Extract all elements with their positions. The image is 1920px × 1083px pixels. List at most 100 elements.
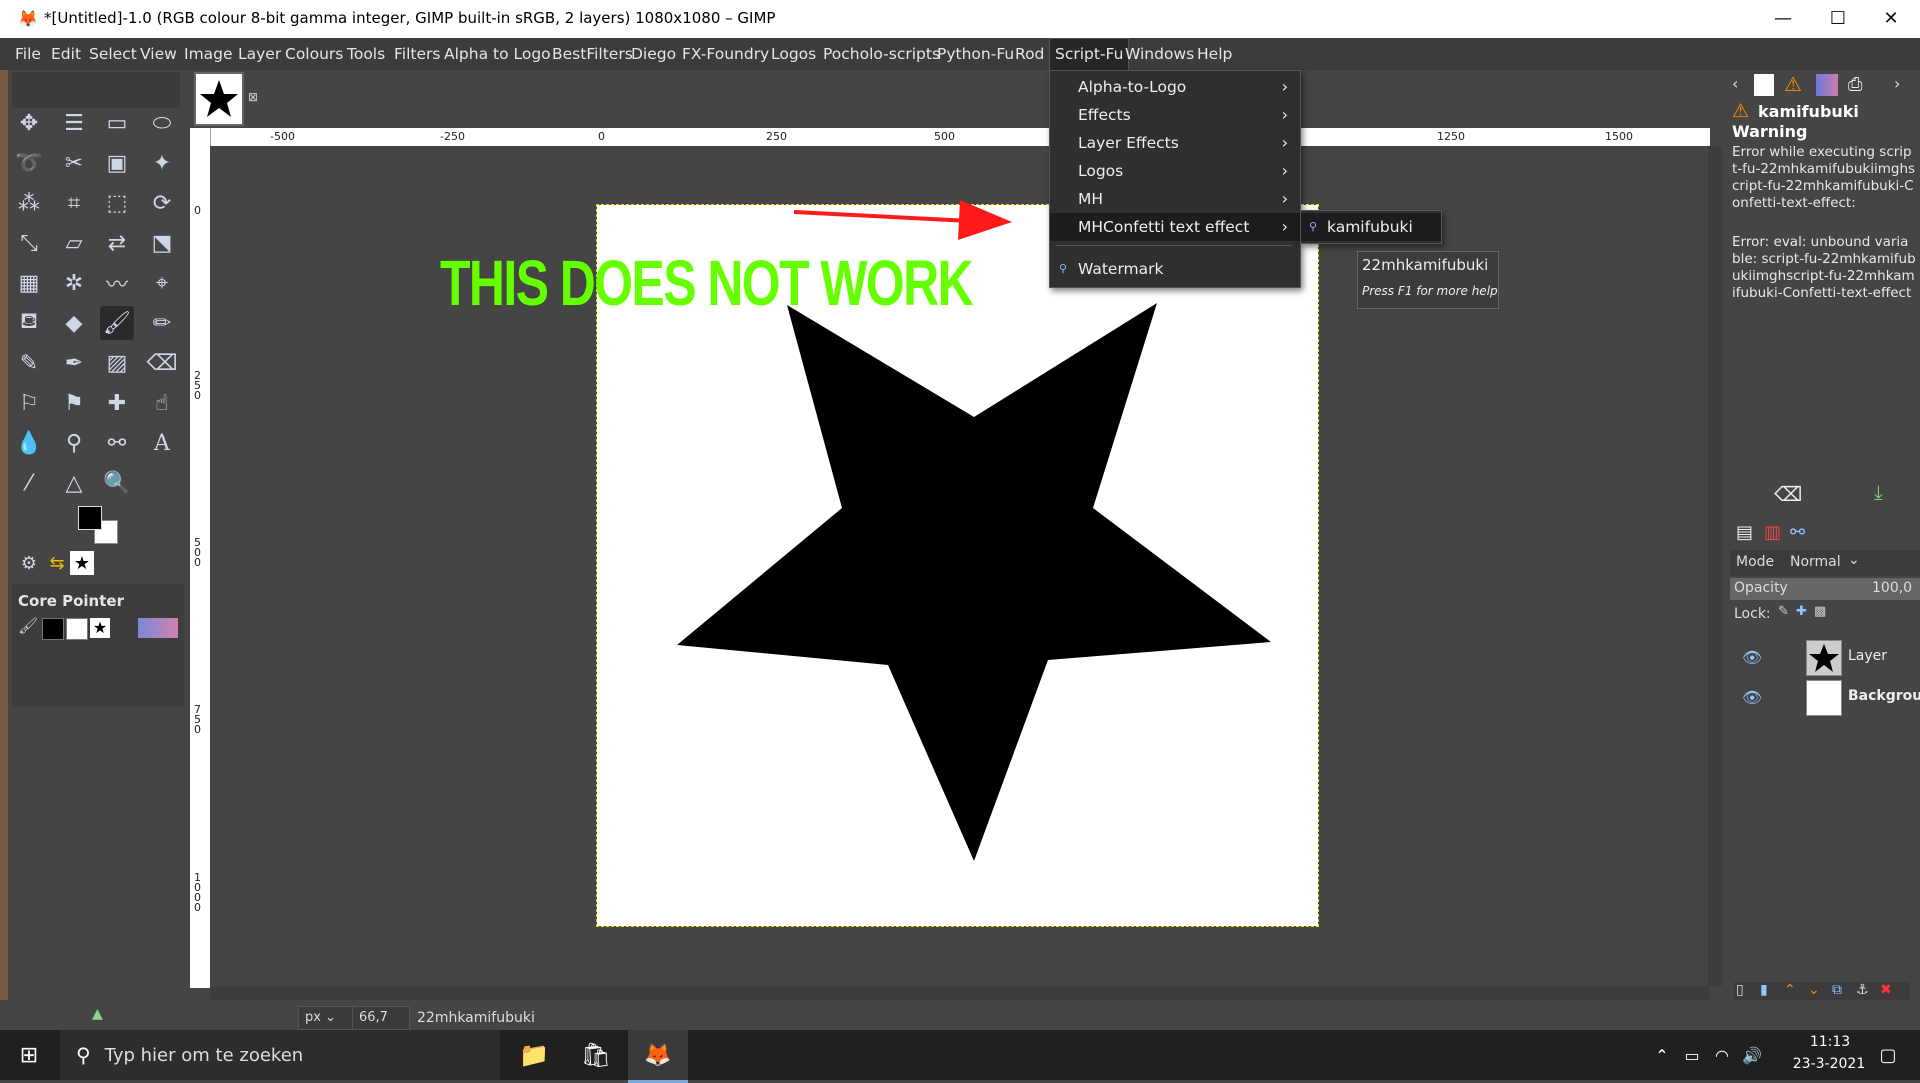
paths-tab-icon[interactable]: ⚯ (1790, 522, 1805, 543)
menu-layer[interactable]: Layer (233, 38, 286, 70)
fuzzy-select-icon[interactable]: ✦ (145, 146, 179, 180)
delete-layer-icon[interactable]: ✖ (1880, 982, 1892, 998)
new-group-icon[interactable]: ▮ (1760, 982, 1768, 998)
menu-edit[interactable]: Edit (46, 38, 86, 70)
layers-tab-icon[interactable]: ▤ (1736, 522, 1753, 543)
perspective-tool-icon[interactable]: ⬔ (145, 226, 179, 260)
menu-diego[interactable]: Diego (626, 38, 681, 70)
windows-start-icon[interactable]: ⊞ (0, 1030, 58, 1080)
measure-tool-icon[interactable]: △ (57, 466, 91, 500)
anchor-layer-icon[interactable]: ⚓ (1856, 982, 1869, 998)
clear-errors-icon[interactable]: ⌫ (1774, 482, 1802, 506)
blur-tool-icon[interactable]: 💧 (12, 426, 46, 460)
chevron-up-icon[interactable]: ⌃ (1650, 1030, 1674, 1080)
menu-python-fu[interactable]: Python-Fu (932, 38, 1019, 70)
handle-transform-icon[interactable]: ⌖ (145, 266, 179, 300)
menu-windows[interactable]: Windows (1120, 38, 1199, 70)
warning-tab-icon[interactable]: ⚠ (1784, 72, 1802, 96)
file-explorer-icon[interactable]: 📁 (504, 1030, 564, 1080)
fg-color-chip[interactable] (42, 618, 64, 640)
image-tab-thumbnail[interactable] (194, 72, 244, 126)
scale-tool-icon[interactable]: ⤡ (12, 226, 46, 260)
move-tool-icon[interactable]: ✥ (12, 106, 46, 140)
menu-rod[interactable]: Rod (1010, 38, 1049, 70)
lock-alpha-icon[interactable]: ▩ (1814, 604, 1826, 619)
maximize-button[interactable]: ☐ (1815, 3, 1861, 35)
close-button[interactable]: ✕ (1868, 3, 1914, 35)
text-tool-icon[interactable]: A (145, 426, 179, 460)
menu-view[interactable]: View (135, 38, 182, 70)
layer-row[interactable]: 👁 Background (1730, 678, 1920, 716)
gradient-tool-icon[interactable]: ◆ (57, 306, 91, 340)
menu-colours[interactable]: Colours (280, 38, 348, 70)
eraser-icon[interactable]: ⌫ (145, 346, 179, 380)
new-layer-icon[interactable]: ▯ (1736, 982, 1744, 998)
ink-tool-icon[interactable]: ✒ (57, 346, 91, 380)
shear-tool-icon[interactable]: ▱ (57, 226, 91, 260)
gradient-chip[interactable] (138, 618, 178, 638)
foreground-select-icon[interactable]: ▣ (100, 146, 134, 180)
store-icon[interactable]: 🛍 (566, 1030, 626, 1080)
mypaint-brush-icon[interactable]: ▨ (100, 346, 134, 380)
color-picker-icon[interactable]: ⁄ (12, 466, 46, 500)
menu-image[interactable]: Image (179, 38, 238, 70)
chevron-right-icon[interactable]: › (1894, 74, 1900, 93)
battery-icon[interactable]: ▭ (1680, 1030, 1704, 1080)
zoom-select[interactable]: 66,7 % ⌄ (352, 1006, 410, 1047)
layer-row[interactable]: 👁 Layer (1730, 638, 1920, 676)
brush-star-icon[interactable]: ★ (70, 551, 94, 575)
bucket-fill-icon[interactable]: ⛾ (12, 306, 46, 340)
pencil-icon[interactable]: ✏ (145, 306, 179, 340)
menu-item-effects[interactable]: Effects › (1050, 101, 1300, 129)
bg-color-chip[interactable] (66, 618, 88, 640)
document-icon[interactable] (1754, 74, 1774, 96)
menu-item-logos[interactable]: Logos › (1050, 157, 1300, 185)
channels-tab-icon[interactable]: ▥ (1764, 522, 1781, 543)
raise-layer-icon[interactable]: ⌃ (1784, 982, 1796, 998)
perspective-clone-icon[interactable]: ⚑ (57, 386, 91, 420)
rotate-tool-icon[interactable]: ⟳ (145, 186, 179, 220)
zoom-tool-icon[interactable]: 🔍 (100, 466, 134, 500)
minimize-button[interactable]: — (1760, 3, 1806, 35)
airbrush-icon[interactable]: ✎ (12, 346, 46, 380)
opacity-slider[interactable]: Opacity 100,0 (1730, 578, 1920, 600)
menu-alpha-to-logo[interactable]: Alpha to Logo (439, 38, 556, 70)
menu-item-mh[interactable]: MH › (1050, 185, 1300, 213)
printer-tab-icon[interactable]: ⎙ (1848, 74, 1862, 95)
menu-file[interactable]: File (10, 38, 46, 70)
volume-icon[interactable]: 🔊 (1740, 1030, 1764, 1080)
menu-item-mhconfetti[interactable]: MHConfetti text effect › (1050, 213, 1300, 241)
menu-item-alpha-to-logo[interactable]: Alpha-to-Logo › (1050, 73, 1300, 101)
chevron-left-icon[interactable]: ‹ (1732, 74, 1738, 93)
wifi-icon[interactable]: ◠ (1710, 1030, 1734, 1080)
foreground-color-swatch[interactable] (78, 506, 102, 530)
submenu-item-kamifubuki[interactable]: ⚲ kamifubuki (1301, 213, 1441, 241)
close-image-tab-icon[interactable]: ⊠ (248, 90, 258, 104)
taskbar-search[interactable]: ⚲ Typ hier om te zoeken (60, 1030, 500, 1080)
align-tool-icon[interactable]: ☰ (57, 106, 91, 140)
gimp-taskbar-icon[interactable]: 🦊 (628, 1030, 688, 1083)
menu-select[interactable]: Select (84, 38, 142, 70)
ellipse-select-icon[interactable]: ⬭ (145, 106, 179, 140)
lower-layer-icon[interactable]: ⌄ (1808, 982, 1820, 998)
lock-pixels-icon[interactable]: ✎ (1778, 604, 1789, 619)
brush-icon[interactable]: 🖌 (18, 616, 38, 638)
menu-item-watermark[interactable]: ⚲ Watermark (1050, 255, 1300, 283)
menu-bestfilters[interactable]: BestFilters (547, 38, 638, 70)
flip-tool-icon[interactable]: ⇄ (100, 226, 134, 260)
visibility-eye-icon[interactable]: 👁 (1742, 648, 1762, 667)
crop-tool-icon[interactable]: ⌗ (57, 186, 91, 220)
clone-tool-icon[interactable]: ⚐ (12, 386, 46, 420)
horizontal-scrollbar[interactable] (210, 986, 1710, 1000)
smudge-tool-icon[interactable]: ☝ (145, 386, 179, 420)
warp-tool-icon[interactable]: ✲ (57, 266, 91, 300)
undo-history-icon[interactable]: ⇆ (40, 546, 74, 580)
menu-help[interactable]: Help (1192, 38, 1237, 70)
notifications-icon[interactable]: ▢ (1868, 1030, 1908, 1080)
unified-transform-icon[interactable]: ⬚ (100, 186, 134, 220)
free-select-icon[interactable]: ➰ (12, 146, 46, 180)
menu-logos[interactable]: Logos (766, 38, 821, 70)
cage-tool-icon[interactable]: ▦ (12, 266, 46, 300)
unit-select[interactable]: px ⌄ (298, 1006, 354, 1030)
menu-fx-foundry[interactable]: FX-Foundry (677, 38, 774, 70)
